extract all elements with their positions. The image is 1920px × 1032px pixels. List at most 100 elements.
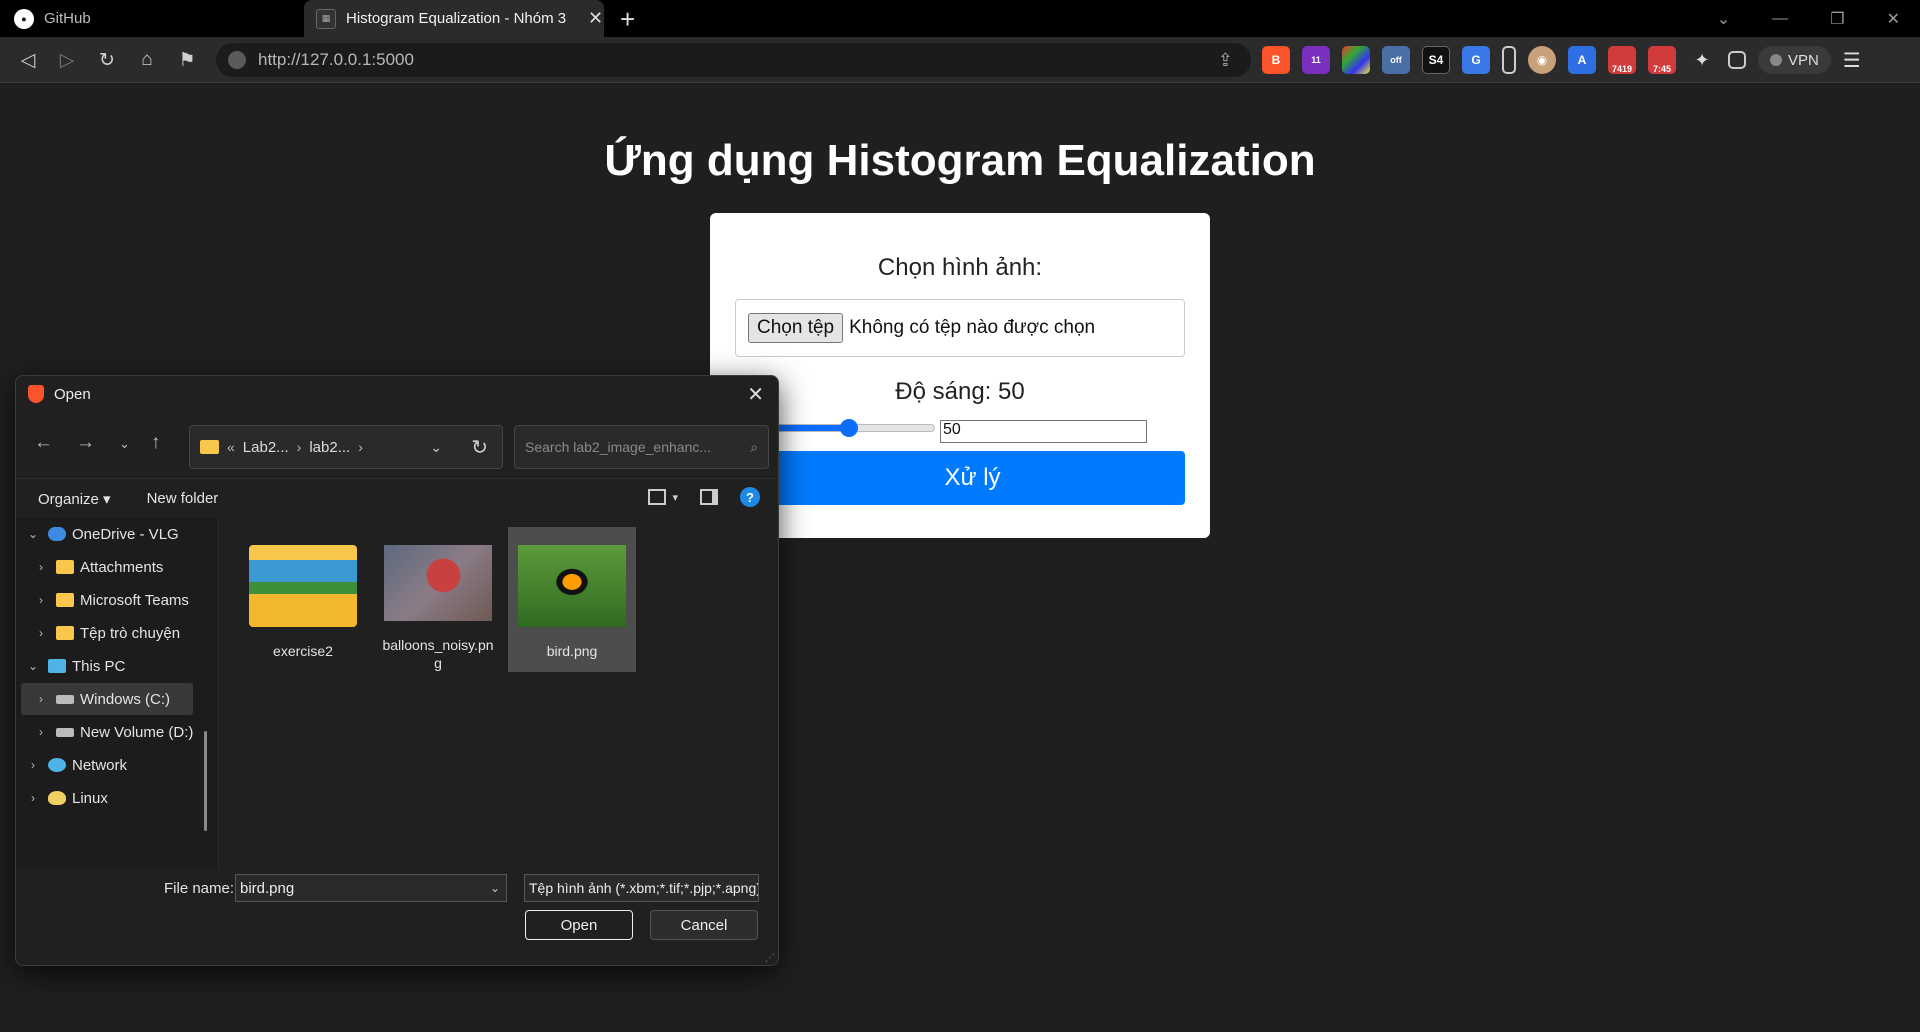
new-tab-button[interactable]: +: [620, 4, 635, 35]
tree-item-chat-files[interactable]: › Tệp trò chuyện: [16, 617, 196, 649]
s4-icon[interactable]: S4: [1422, 46, 1450, 74]
tree-item-attachments[interactable]: › Attachments: [16, 551, 196, 583]
recent-locations-icon[interactable]: ⌄: [119, 436, 130, 452]
chevron-right-icon[interactable]: ›: [24, 758, 42, 772]
vpn-button[interactable]: VPN: [1758, 46, 1831, 74]
reload-icon[interactable]: ↻: [93, 46, 121, 74]
extensions-icon[interactable]: ✦: [1688, 46, 1716, 74]
chevron-down-icon[interactable]: ⌄: [24, 527, 42, 541]
help-icon[interactable]: ?: [740, 487, 760, 507]
window-controls: ⌄ — ❐ ✕: [1717, 0, 1900, 37]
address-breadcrumb[interactable]: « Lab2... › lab2... › ⌄ ↻: [189, 425, 503, 469]
tree-item-onedrive[interactable]: ⌄ OneDrive - VLG: [16, 518, 196, 550]
url-text[interactable]: http://127.0.0.1:5000: [258, 50, 414, 70]
file-item-image[interactable]: balloons_noisy.png: [374, 527, 502, 672]
forward-arrow-icon[interactable]: →: [76, 432, 95, 454]
file-item-folder[interactable]: exercise2: [239, 527, 367, 672]
organize-menu[interactable]: Organize ▾: [38, 490, 111, 508]
resize-grip-icon[interactable]: ⋰: [765, 953, 775, 964]
owl-icon[interactable]: ◉: [1528, 46, 1556, 74]
spellcheck-icon[interactable]: A: [1568, 46, 1596, 74]
brightness-slider[interactable]: [760, 419, 935, 437]
process-button[interactable]: Xử lý: [760, 451, 1185, 505]
github-icon: ●: [14, 8, 34, 29]
share-icon[interactable]: ⇪: [1218, 50, 1233, 71]
home-icon[interactable]: ⌂: [133, 46, 161, 74]
open-button[interactable]: Open: [525, 910, 633, 940]
tree-item-microsoft-teams[interactable]: › Microsoft Teams: [16, 584, 196, 616]
forward-icon[interactable]: ▷: [53, 46, 81, 74]
brave-shields-icon[interactable]: B: [1262, 46, 1290, 74]
chevron-right-icon[interactable]: ›: [32, 560, 50, 574]
folder-icon: [200, 440, 219, 454]
dialog-close-icon[interactable]: ✕: [747, 382, 764, 407]
menu-icon[interactable]: ☰: [1843, 48, 1861, 73]
open-file-dialog: Open ✕ ← → ⌄ ↑ « Lab2... › lab2... › ⌄ ↻…: [15, 375, 779, 966]
site-favicon-icon: ▦: [316, 8, 336, 29]
site-info-icon[interactable]: [228, 51, 246, 69]
calendar-badge: 7:45: [1652, 64, 1671, 74]
file-input[interactable]: Chọn tệp Không có tệp nào được chọn: [735, 299, 1185, 357]
chevron-down-icon[interactable]: ⌄: [430, 439, 442, 456]
address-bar[interactable]: http://127.0.0.1:5000 ⇪: [216, 43, 1251, 77]
tab-histogram[interactable]: ▦ Histogram Equalization - Nhóm 3 ✕: [304, 0, 604, 37]
back-arrow-icon[interactable]: ←: [34, 432, 53, 454]
tab-search-icon[interactable]: ⌄: [1717, 9, 1730, 29]
breadcrumb-lab2[interactable]: Lab2...: [243, 439, 289, 456]
cancel-button[interactable]: Cancel: [650, 910, 758, 940]
tree-item-network[interactable]: › Network: [16, 749, 196, 781]
slider-thumb[interactable]: [839, 419, 858, 437]
back-icon[interactable]: ◁: [14, 46, 42, 74]
view-mode-icon[interactable]: [648, 489, 667, 505]
breadcrumb-overflow[interactable]: «: [227, 439, 235, 455]
sidebar-icon[interactable]: [1728, 51, 1746, 69]
chevron-right-icon[interactable]: ›: [32, 725, 50, 739]
pc-icon: [48, 659, 66, 673]
chevron-down-icon[interactable]: ⌄: [490, 881, 500, 895]
chevron-right-icon: ›: [296, 439, 302, 455]
tree-item-new-volume-d[interactable]: › New Volume (D:): [16, 716, 196, 748]
minimize-button[interactable]: —: [1772, 10, 1788, 28]
calendar-icon[interactable]: 7:45: [1648, 46, 1676, 74]
up-arrow-icon[interactable]: ↑: [151, 432, 161, 454]
preview-pane-icon[interactable]: [700, 489, 718, 505]
file-type-select[interactable]: Tệp hình ảnh (*.xbm;*.tif;*.pjp;*.apng): [524, 874, 759, 902]
folder-icon: [56, 626, 74, 640]
refresh-icon[interactable]: ↻: [471, 435, 488, 460]
translate-icon[interactable]: G: [1462, 46, 1490, 74]
ghostery-icon[interactable]: off: [1382, 46, 1410, 74]
tree-item-label: Network: [72, 756, 128, 774]
tree-scrollbar[interactable]: [204, 731, 207, 831]
tree-item-this-pc[interactable]: ⌄ This PC: [16, 650, 196, 682]
mobile-icon[interactable]: [1502, 46, 1516, 74]
file-name-value[interactable]: bird.png: [240, 880, 294, 897]
tree-item-windows-c[interactable]: › Windows (C:): [21, 683, 193, 715]
drive-icon: [56, 727, 74, 737]
dialog-footer: File name: bird.png ⌄ Tệp hình ảnh (*.xb…: [16, 868, 778, 965]
chevron-right-icon[interactable]: ›: [32, 626, 50, 640]
file-name: balloons_noisy.png: [382, 637, 494, 671]
close-tab-icon[interactable]: ✕: [588, 8, 603, 29]
chevron-right-icon[interactable]: ›: [24, 791, 42, 805]
colorzilla-icon[interactable]: [1342, 46, 1370, 74]
brightness-input[interactable]: 50: [940, 420, 1147, 443]
tab-github[interactable]: ● GitHub: [0, 0, 300, 37]
network-icon: [48, 758, 66, 772]
chevron-down-icon[interactable]: ▾: [672, 491, 678, 504]
choose-file-button[interactable]: Chọn tệp: [748, 313, 844, 343]
new-folder-button[interactable]: New folder: [147, 490, 219, 507]
restore-button[interactable]: ❐: [1830, 9, 1844, 29]
chevron-right-icon[interactable]: ›: [32, 692, 50, 706]
file-item-image-selected[interactable]: bird.png: [508, 527, 636, 672]
tree-item-linux[interactable]: › Linux: [16, 782, 196, 814]
chevron-down-icon[interactable]: ⌄: [24, 659, 42, 673]
search-input[interactable]: Search lab2_image_enhanc... ⌕: [514, 425, 769, 469]
mail-icon[interactable]: 7419: [1608, 46, 1636, 74]
chevron-right-icon[interactable]: ›: [32, 593, 50, 607]
breadcrumb-lab2-sub[interactable]: lab2...: [309, 439, 350, 456]
window-close-button[interactable]: ✕: [1887, 9, 1900, 29]
file-name-input[interactable]: bird.png ⌄: [235, 874, 507, 902]
bookmark-icon[interactable]: ⚑: [173, 46, 201, 74]
brave-rewards-icon[interactable]: 11: [1302, 46, 1330, 74]
search-placeholder: Search lab2_image_enhanc...: [525, 439, 712, 455]
